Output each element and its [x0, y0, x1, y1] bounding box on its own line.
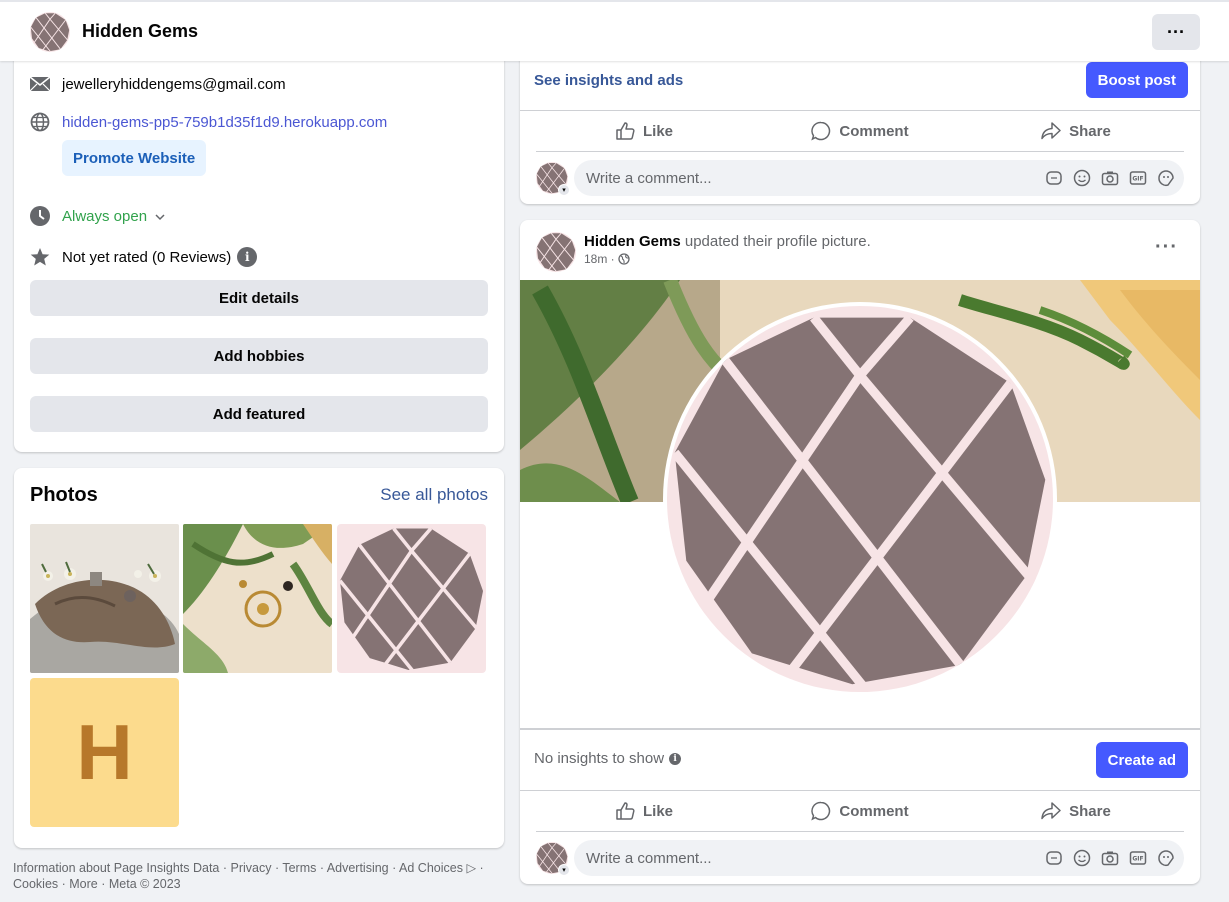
no-insights-text: No insights to show [534, 750, 665, 767]
comment-tools: GIF [1044, 168, 1176, 188]
post-timestamp[interactable]: 18m · [584, 252, 615, 266]
page-footer[interactable]: Information about Page Insights Data · P… [13, 860, 508, 892]
add-featured-button[interactable]: Add featured [30, 396, 488, 432]
hours-row: Always open [30, 206, 165, 226]
thumbs-up-icon [616, 802, 635, 820]
no-insights-row: No insights to show i [534, 750, 682, 767]
comment-bubble-icon [811, 801, 831, 821]
like-button[interactable]: Like [536, 791, 752, 831]
share-arrow-icon [1041, 802, 1061, 820]
share-button[interactable]: Share [968, 111, 1184, 151]
post-header: Hidden Gems updated their profile pictur… [536, 232, 871, 272]
edit-details-button[interactable]: Edit details [30, 280, 488, 316]
divider [536, 831, 1184, 832]
emoji-icon[interactable] [1072, 848, 1092, 868]
envelope-icon [30, 74, 50, 94]
letter-photo-thumbnail[interactable]: H [30, 678, 179, 827]
comment-bubble-icon [811, 121, 831, 141]
divider [536, 151, 1184, 152]
svg-text:GIF: GIF [1132, 176, 1143, 183]
globe-icon [30, 112, 50, 132]
create-ad-button[interactable]: Create ad [1095, 742, 1188, 778]
camera-icon[interactable] [1100, 168, 1120, 188]
rating-text: Not yet rated (0 Reviews) [62, 248, 232, 266]
sticker-icon[interactable] [1156, 168, 1176, 188]
sticker-icon[interactable] [1156, 848, 1176, 868]
profile-picture[interactable] [663, 302, 1057, 696]
see-all-photos-link[interactable]: See all photos [380, 485, 488, 505]
comment-button[interactable]: Comment [752, 111, 968, 151]
comment-placeholder: Write a comment... [586, 169, 712, 187]
page-name[interactable]: Hidden Gems [82, 21, 198, 42]
thumbs-up-icon [616, 122, 635, 140]
comment-label: Comment [839, 802, 909, 820]
post-actions: Like Comment Share [536, 791, 1184, 831]
chevron-down-icon[interactable]: ▾ [558, 864, 570, 876]
more-options-button[interactable]: ··· [1152, 14, 1200, 50]
chevron-down-icon[interactable]: ▾ [558, 184, 570, 196]
profile-picture-post-card: Hidden Gems updated their profile pictur… [520, 220, 1200, 884]
share-label: Share [1069, 802, 1111, 820]
comment-button[interactable]: Comment [752, 791, 968, 831]
page-avatar[interactable] [30, 11, 70, 52]
like-button[interactable]: Like [536, 111, 752, 151]
comment-input[interactable]: Write a comment... GIF [574, 840, 1184, 876]
post-author-avatar[interactable] [536, 232, 576, 272]
post-options-button[interactable]: ··· [1155, 236, 1178, 259]
comment-input[interactable]: Write a comment... GIF [574, 160, 1184, 196]
photo-thumbnail[interactable] [30, 524, 179, 673]
globe-icon [618, 253, 630, 265]
comment-tools: GIF [1044, 848, 1176, 868]
post-activity-text: updated their profile picture. [684, 233, 871, 250]
post-actions: Like Comment Share [536, 111, 1184, 151]
comment-composer: ▾ Write a comment... GIF [536, 840, 1184, 876]
commenter-avatar[interactable]: ▾ [536, 842, 570, 876]
intro-card: jewelleryhiddengems@gmail.com hidden-gem… [14, 40, 504, 452]
divider [520, 728, 1200, 730]
email-text[interactable]: jewelleryhiddengems@gmail.com [62, 76, 286, 93]
comment-composer: ▾ Write a comment... GIF [536, 160, 1184, 196]
gif-icon[interactable]: GIF [1128, 168, 1148, 188]
add-hobbies-button[interactable]: Add hobbies [30, 338, 488, 374]
gif-icon[interactable]: GIF [1128, 848, 1148, 868]
website-link[interactable]: hidden-gems-pp5-759b1d35f1d9.herokuapp.c… [62, 114, 387, 131]
promote-website-button[interactable]: Promote Website [62, 140, 207, 176]
photo-thumbnail[interactable] [183, 524, 332, 673]
share-label: Share [1069, 122, 1111, 140]
star-icon [30, 247, 50, 267]
camera-icon[interactable] [1100, 848, 1120, 868]
email-row: jewelleryhiddengems@gmail.com [30, 74, 286, 94]
chevron-down-icon[interactable] [155, 208, 165, 225]
share-arrow-icon [1041, 122, 1061, 140]
website-row: hidden-gems-pp5-759b1d35f1d9.herokuapp.c… [30, 112, 387, 132]
letter-tile-text: H [76, 708, 133, 796]
logo-photo-thumbnail[interactable] [337, 524, 486, 673]
photos-title: Photos [30, 484, 98, 506]
photos-card: Photos See all photos H [14, 468, 504, 848]
boost-post-button[interactable]: Boost post [1085, 62, 1188, 98]
info-icon[interactable]: i [669, 752, 682, 765]
avatar-sticker-icon[interactable] [1044, 168, 1064, 188]
commenter-avatar[interactable]: ▾ [536, 162, 570, 196]
comment-label: Comment [839, 122, 909, 140]
comment-placeholder: Write a comment... [586, 849, 712, 867]
share-button[interactable]: Share [968, 791, 1184, 831]
like-label: Like [642, 802, 673, 820]
post-author-name[interactable]: Hidden Gems [584, 233, 681, 250]
avatar-sticker-icon[interactable] [1044, 848, 1064, 868]
previous-post-card: See insights and ads Boost post Like Com… [520, 40, 1200, 204]
rating-row: Not yet rated (0 Reviews) i [30, 247, 258, 267]
like-label: Like [642, 122, 673, 140]
clock-icon [30, 206, 50, 226]
emoji-icon[interactable] [1072, 168, 1092, 188]
hours-status[interactable]: Always open [62, 208, 147, 225]
see-insights-link[interactable]: See insights and ads [534, 72, 683, 89]
svg-text:GIF: GIF [1132, 856, 1143, 863]
page-header: Hidden Gems ··· [0, 0, 1229, 61]
info-icon[interactable]: i [237, 247, 258, 267]
